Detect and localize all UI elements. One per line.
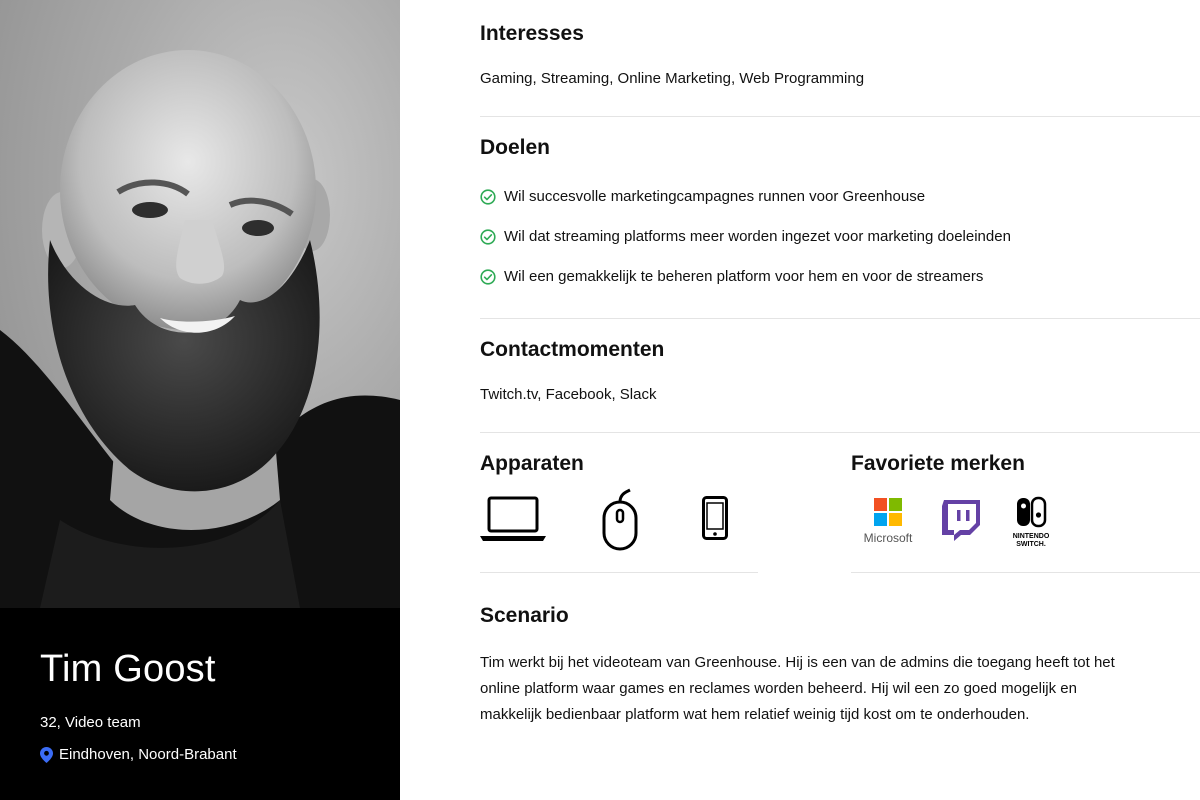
brands-title: Favoriete merken xyxy=(851,452,1025,475)
devices-title: Apparaten xyxy=(480,452,584,475)
mouse-icon xyxy=(600,488,640,557)
goal-item: Wil dat streaming platforms meer worden … xyxy=(480,228,1011,245)
persona-photo-illustration xyxy=(0,50,400,608)
divider xyxy=(480,318,1200,319)
microsoft-logo-label: Microsoft xyxy=(863,531,913,545)
check-circle-icon xyxy=(480,228,496,245)
divider xyxy=(851,572,1200,573)
interests-title: Interesses xyxy=(480,22,584,45)
check-circle-icon xyxy=(480,188,496,205)
contact-text: Twitch.tv, Facebook, Slack xyxy=(480,386,657,403)
goal-text: Wil een gemakkelijk te beheren platform … xyxy=(504,268,984,285)
microsoft-logo-icon: Microsoft xyxy=(860,498,916,545)
persona-panel: Tim Goost 32, Video team Eindhoven, Noor… xyxy=(0,0,400,800)
goal-item: Wil een gemakkelijk te beheren platform … xyxy=(480,268,983,285)
scenario-title: Scenario xyxy=(480,604,569,627)
interests-text: Gaming, Streaming, Online Marketing, Web… xyxy=(480,70,865,87)
persona-age-role: 32, Video team xyxy=(40,714,141,731)
goal-item: Wil succesvolle marketingcampagnes runne… xyxy=(480,188,925,205)
persona-location-text: Eindhoven, Noord-Brabant xyxy=(59,746,237,763)
persona-photo xyxy=(0,0,400,608)
location-pin-icon xyxy=(40,746,53,763)
scenario-text: Tim werkt bij het videoteam van Greenhou… xyxy=(480,654,1115,723)
laptop-icon xyxy=(480,496,546,547)
check-circle-icon xyxy=(480,268,496,285)
goal-text: Wil dat streaming platforms meer worden … xyxy=(504,228,1011,245)
nintendo-switch-logo-label: NINTENDO SWITCH. xyxy=(1012,533,1050,548)
goals-title: Doelen xyxy=(480,136,551,159)
twitch-logo-icon xyxy=(940,498,982,547)
persona-location: Eindhoven, Noord-Brabant xyxy=(40,746,237,763)
goal-text: Wil succesvolle marketingcampagnes runne… xyxy=(504,188,926,205)
divider xyxy=(480,572,758,573)
divider xyxy=(480,116,1200,117)
contact-title: Contactmomenten xyxy=(480,338,665,361)
smartphone-icon xyxy=(702,496,728,545)
divider xyxy=(480,432,1200,433)
nintendo-switch-logo-icon: NINTENDO SWITCH. xyxy=(1004,496,1058,549)
persona-name: Tim Goost xyxy=(40,648,216,690)
